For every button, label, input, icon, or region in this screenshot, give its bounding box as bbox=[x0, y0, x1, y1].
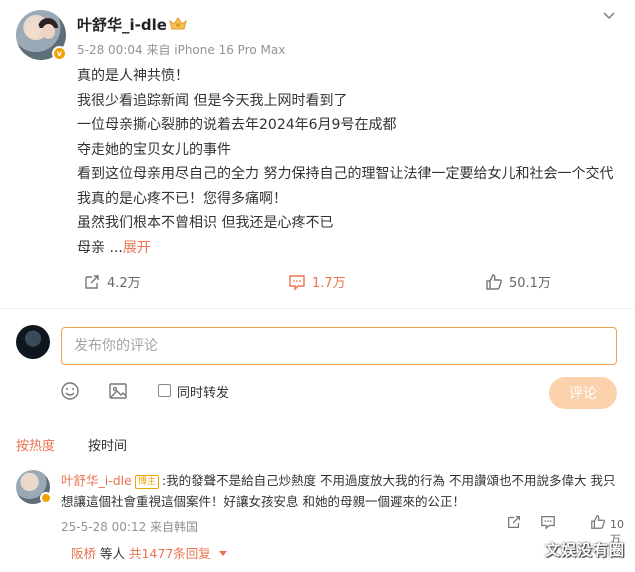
repost-icon bbox=[85, 274, 99, 289]
post-meta: 5-28 00:04 来自 iPhone 16 Pro Max bbox=[77, 43, 286, 57]
thumbs-up-icon[interactable] bbox=[590, 514, 606, 530]
post-line: 我很少看追踪新闻 但是今天我上网时看到了 bbox=[77, 92, 348, 109]
post-body: 真的是人神共愤！ 我很少看追踪新闻 但是今天我上网时看到了 一位母亲撕心裂肺的说… bbox=[77, 64, 617, 260]
tab-time[interactable]: 按时间 bbox=[88, 435, 127, 454]
post-line: 虽然我们根本不曾相识 但我还是心疼不已 bbox=[77, 215, 334, 231]
comment-item: 叶舒华_i-dle 博主:我的發聲不是給自己炒熱度 不用過度放大我的行為 不用讚頌… bbox=[16, 466, 626, 566]
comment-icon[interactable] bbox=[540, 514, 556, 530]
caret-down-icon bbox=[218, 551, 227, 556]
repost-button[interactable]: 4.2万 bbox=[83, 272, 141, 291]
comment-input[interactable] bbox=[61, 327, 617, 365]
tab-hot[interactable]: 按热度 bbox=[16, 435, 55, 454]
image-icon[interactable] bbox=[108, 381, 128, 401]
like-count: 50.1万 bbox=[509, 276, 551, 291]
comment-text-block: 叶舒华_i-dle 博主:我的發聲不是給自己炒熱度 不用過度放大我的行為 不用讚頌… bbox=[61, 470, 621, 512]
blogger-badge: 博主 bbox=[134, 475, 159, 489]
action-bar: 4.2万 1.7万 50.1万 bbox=[0, 272, 635, 298]
replies-total[interactable]: 共1477条回复 bbox=[129, 546, 211, 561]
chevron-down-icon[interactable] bbox=[602, 10, 616, 22]
repost-checkbox-label[interactable]: 同时转发 bbox=[177, 382, 229, 401]
post-line: 母亲 ... bbox=[77, 239, 123, 256]
post-line: 真的是人神共愤！ bbox=[77, 68, 189, 84]
submit-comment-button[interactable]: 评论 bbox=[549, 377, 617, 409]
replies-mid-text: 等人 bbox=[96, 546, 129, 561]
vip-crown-icon bbox=[169, 17, 187, 30]
avatar-face bbox=[42, 24, 55, 39]
comment-count: 1.7万 bbox=[312, 276, 346, 291]
comment-actions: 10万 bbox=[506, 514, 626, 546]
comment-meta: 25-5-28 00:12 来自韩国 bbox=[61, 520, 199, 534]
expand-link[interactable]: 展开 bbox=[123, 240, 151, 256]
reply-author-name[interactable]: 阪桥 bbox=[71, 546, 96, 561]
commenter-name[interactable]: 叶舒华_i-dle bbox=[61, 473, 132, 488]
post-line: 夺走她的宝贝女儿的事件 bbox=[77, 141, 231, 158]
avatar-face bbox=[26, 22, 40, 38]
comment-button[interactable]: 1.7万 bbox=[288, 272, 346, 291]
post-line-last: 母亲 ...展开 bbox=[77, 236, 617, 261]
my-avatar[interactable] bbox=[16, 325, 50, 359]
post-line: 看到这位母亲用尽自己的全力 努力保持自己的理智让法律一定要给女儿和社会一个交代 … bbox=[77, 166, 614, 207]
verified-badge-icon: v bbox=[52, 46, 67, 61]
watermark: 文娱没有圈 bbox=[544, 541, 625, 559]
repost-count: 4.2万 bbox=[107, 276, 141, 291]
repost-icon[interactable] bbox=[506, 514, 522, 530]
author-name[interactable]: 叶舒华_i-dle bbox=[77, 14, 167, 35]
divider bbox=[0, 308, 635, 309]
post-header: v 叶舒华_i-dle 5-28 00:04 来自 iPhone 16 Pro … bbox=[16, 10, 626, 62]
emoji-icon[interactable] bbox=[60, 381, 80, 401]
like-button[interactable]: 50.1万 bbox=[485, 272, 551, 291]
post-line: 一位母亲撕心裂肺的说着去年2024年6月9号在成都 bbox=[77, 117, 397, 133]
replies-summary[interactable]: 阪桥 等人 共1477条回复 bbox=[71, 543, 228, 562]
thumbs-up-icon bbox=[486, 273, 502, 290]
repost-checkbox[interactable] bbox=[158, 384, 171, 397]
verified-badge-icon bbox=[40, 492, 52, 504]
composer-tools: 同时转发 bbox=[60, 381, 620, 405]
comment-icon bbox=[289, 274, 305, 291]
